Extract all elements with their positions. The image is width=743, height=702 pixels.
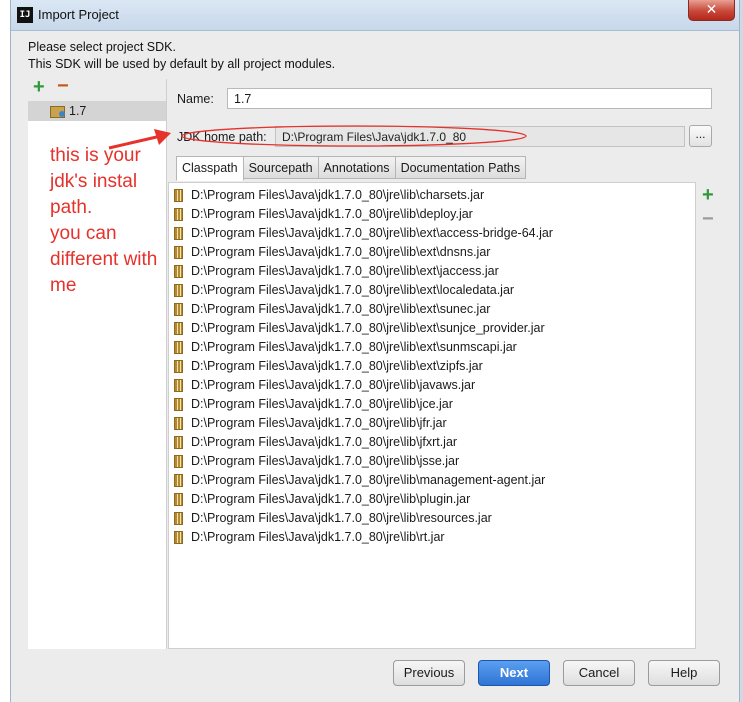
- jar-path: D:\Program Files\Java\jdk1.7.0_80\jre\li…: [191, 188, 485, 202]
- annotation-line: different with: [50, 249, 158, 270]
- list-item[interactable]: D:\Program Files\Java\jdk1.7.0_80\jre\li…: [174, 319, 553, 338]
- classpath-list[interactable]: D:\Program Files\Java\jdk1.7.0_80\jre\li…: [174, 186, 553, 547]
- list-item[interactable]: D:\Program Files\Java\jdk1.7.0_80\jre\li…: [174, 186, 553, 205]
- jar-archive-icon: [174, 341, 183, 354]
- import-project-dialog: IJ Import Project ✕ Please select projec…: [10, 0, 740, 702]
- add-classpath-plus-icon[interactable]: +: [702, 184, 714, 207]
- jar-path: D:\Program Files\Java\jdk1.7.0_80\jre\li…: [191, 340, 517, 354]
- jar-path: D:\Program Files\Java\jdk1.7.0_80\jre\li…: [191, 454, 460, 468]
- jar-archive-icon: [174, 474, 183, 487]
- jar-path: D:\Program Files\Java\jdk1.7.0_80\jre\li…: [191, 416, 447, 430]
- annotation-line: this is your: [50, 145, 141, 166]
- jar-path: D:\Program Files\Java\jdk1.7.0_80\jre\li…: [191, 397, 453, 411]
- list-item[interactable]: D:\Program Files\Java\jdk1.7.0_80\jre\li…: [174, 376, 553, 395]
- annotation-line: path.: [50, 197, 93, 218]
- jar-archive-icon: [174, 493, 183, 506]
- list-item[interactable]: D:\Program Files\Java\jdk1.7.0_80\jre\li…: [174, 205, 553, 224]
- list-item[interactable]: D:\Program Files\Java\jdk1.7.0_80\jre\li…: [174, 414, 553, 433]
- jar-archive-icon: [174, 512, 183, 525]
- jar-path: D:\Program Files\Java\jdk1.7.0_80\jre\li…: [191, 530, 445, 544]
- jar-path: D:\Program Files\Java\jdk1.7.0_80\jre\li…: [191, 511, 492, 525]
- next-button[interactable]: Next: [478, 660, 550, 686]
- jar-archive-icon: [174, 436, 183, 449]
- jar-archive-icon: [174, 398, 183, 411]
- annotation-line: you can: [50, 223, 117, 244]
- help-button[interactable]: Help: [648, 660, 720, 686]
- annotation-text: this is your jdk's instal path. you can …: [50, 143, 190, 299]
- previous-button[interactable]: Previous: [393, 660, 465, 686]
- annotation-line: me: [50, 275, 77, 296]
- cancel-button[interactable]: Cancel: [563, 660, 635, 686]
- jar-path: D:\Program Files\Java\jdk1.7.0_80\jre\li…: [191, 473, 546, 487]
- list-item[interactable]: D:\Program Files\Java\jdk1.7.0_80\jre\li…: [174, 395, 553, 414]
- jar-archive-icon: [174, 360, 183, 373]
- jar-path: D:\Program Files\Java\jdk1.7.0_80\jre\li…: [191, 207, 473, 221]
- jar-path: D:\Program Files\Java\jdk1.7.0_80\jre\li…: [191, 245, 491, 259]
- jar-path: D:\Program Files\Java\jdk1.7.0_80\jre\li…: [191, 283, 515, 297]
- tab-documentation-paths[interactable]: Documentation Paths: [394, 156, 527, 179]
- annotation-ellipse: [181, 125, 527, 147]
- list-item[interactable]: D:\Program Files\Java\jdk1.7.0_80\jre\li…: [174, 300, 553, 319]
- jar-path: D:\Program Files\Java\jdk1.7.0_80\jre\li…: [191, 359, 483, 373]
- classpath-panel: D:\Program Files\Java\jdk1.7.0_80\jre\li…: [168, 182, 696, 649]
- jar-path: D:\Program Files\Java\jdk1.7.0_80\jre\li…: [191, 302, 491, 316]
- list-item[interactable]: D:\Program Files\Java\jdk1.7.0_80\jre\li…: [174, 452, 553, 471]
- tab-annotations[interactable]: Annotations: [317, 156, 396, 179]
- list-item[interactable]: D:\Program Files\Java\jdk1.7.0_80\jre\li…: [174, 224, 553, 243]
- list-item[interactable]: D:\Program Files\Java\jdk1.7.0_80\jre\li…: [174, 262, 553, 281]
- list-item[interactable]: D:\Program Files\Java\jdk1.7.0_80\jre\li…: [174, 243, 553, 262]
- remove-classpath-minus-icon[interactable]: −: [702, 208, 714, 231]
- jar-path: D:\Program Files\Java\jdk1.7.0_80\jre\li…: [191, 264, 499, 278]
- jar-archive-icon: [174, 322, 183, 335]
- list-item[interactable]: D:\Program Files\Java\jdk1.7.0_80\jre\li…: [174, 528, 553, 547]
- jar-archive-icon: [174, 303, 183, 316]
- jar-path: D:\Program Files\Java\jdk1.7.0_80\jre\li…: [191, 226, 553, 240]
- list-item[interactable]: D:\Program Files\Java\jdk1.7.0_80\jre\li…: [174, 509, 553, 528]
- jar-archive-icon: [174, 531, 183, 544]
- list-item[interactable]: D:\Program Files\Java\jdk1.7.0_80\jre\li…: [174, 490, 553, 509]
- jar-path: D:\Program Files\Java\jdk1.7.0_80\jre\li…: [191, 378, 476, 392]
- jar-archive-icon: [174, 379, 183, 392]
- jar-archive-icon: [174, 455, 183, 468]
- tab-sourcepath[interactable]: Sourcepath: [242, 156, 319, 179]
- jar-path: D:\Program Files\Java\jdk1.7.0_80\jre\li…: [191, 492, 471, 506]
- annotation-line: jdk's instal: [50, 171, 138, 192]
- jar-path: D:\Program Files\Java\jdk1.7.0_80\jre\li…: [191, 435, 458, 449]
- list-item[interactable]: D:\Program Files\Java\jdk1.7.0_80\jre\li…: [174, 281, 553, 300]
- list-item[interactable]: D:\Program Files\Java\jdk1.7.0_80\jre\li…: [174, 471, 553, 490]
- sdk-paths-tabs: Classpath Sourcepath Annotations Documen…: [176, 156, 527, 181]
- list-item[interactable]: D:\Program Files\Java\jdk1.7.0_80\jre\li…: [174, 338, 553, 357]
- list-item[interactable]: D:\Program Files\Java\jdk1.7.0_80\jre\li…: [174, 357, 553, 376]
- jar-archive-icon: [174, 417, 183, 430]
- jar-path: D:\Program Files\Java\jdk1.7.0_80\jre\li…: [191, 321, 545, 335]
- list-item[interactable]: D:\Program Files\Java\jdk1.7.0_80\jre\li…: [174, 433, 553, 452]
